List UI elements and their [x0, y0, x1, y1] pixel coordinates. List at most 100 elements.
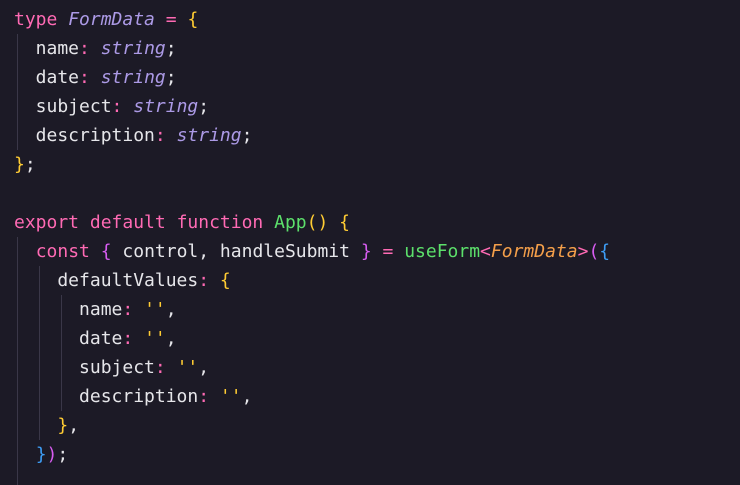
code-token: , [198, 357, 210, 378]
code-token: : [79, 67, 90, 88]
code-token: subject [14, 357, 155, 378]
code-line[interactable]: const { control, handleSubmit } = useFor… [14, 237, 610, 266]
code-token: '' [219, 386, 242, 407]
code-token: ; [57, 444, 69, 465]
code-token: description [14, 386, 199, 407]
code-token: string [176, 125, 242, 146]
code-token: '' [144, 299, 166, 320]
code-token: function [176, 212, 264, 233]
code-line[interactable]: date: string; [14, 63, 177, 92]
code-line[interactable]: subject: '', [14, 353, 209, 382]
code-token: ; [165, 38, 177, 59]
code-token: { [339, 212, 351, 233]
code-token: ( [588, 241, 600, 262]
code-token: FormData [490, 241, 578, 262]
code-token: { [100, 241, 112, 262]
code-editor[interactable]: type FormData = { name: string; date: st… [0, 0, 740, 485]
code-token: : [79, 38, 90, 59]
code-token: : [154, 125, 166, 146]
code-token: date [14, 67, 80, 88]
code-token: ; [241, 125, 253, 146]
code-token: ; [165, 67, 177, 88]
code-token: < [480, 241, 491, 262]
code-line[interactable]: description: '', [14, 382, 252, 411]
code-token: string [100, 67, 166, 88]
code-token: FormData [68, 9, 155, 30]
code-token: App [274, 212, 307, 233]
code-line[interactable]: date: '', [14, 324, 177, 353]
code-token: ; [198, 96, 210, 117]
code-token: ) [46, 444, 58, 465]
code-token: control, handleSubmit [111, 241, 361, 262]
code-token: : [122, 299, 134, 320]
code-token: } [360, 241, 372, 262]
code-token: defaultValues [14, 270, 199, 291]
code-token: : [198, 270, 210, 291]
code-line[interactable]: subject: string; [14, 92, 209, 121]
code-token: string [133, 96, 199, 117]
code-token: type [14, 9, 58, 30]
code-token: string [100, 38, 166, 59]
code-token: useForm [404, 241, 481, 262]
code-token: , [68, 415, 80, 436]
code-token: > [577, 241, 589, 262]
code-token: '' [176, 357, 199, 378]
code-line[interactable]: type FormData = { [14, 5, 198, 34]
code-token: { [219, 270, 231, 291]
code-token: name [14, 38, 80, 59]
code-line[interactable]: description: string; [14, 121, 253, 150]
code-token: ; [24, 154, 36, 175]
code-token: export [14, 212, 80, 233]
code-token: { [599, 241, 611, 262]
code-token: : [154, 357, 166, 378]
code-line[interactable]: }, [14, 411, 79, 440]
code-token: = [165, 9, 177, 30]
code-line[interactable]: name: string; [14, 34, 177, 63]
code-token: : [198, 386, 210, 407]
code-line[interactable]: export default function App() { [14, 208, 350, 237]
code-line[interactable]: }); [14, 440, 69, 469]
code-token: name [14, 299, 123, 320]
code-line[interactable]: }; [14, 150, 36, 179]
code-token: } [14, 154, 25, 175]
code-token: : [111, 96, 123, 117]
code-token: description [14, 125, 155, 146]
code-token: } [57, 415, 69, 436]
code-token: () [306, 212, 329, 233]
code-line[interactable]: name: '', [14, 295, 177, 324]
code-token: , [165, 328, 177, 349]
code-line[interactable]: defaultValues: { [14, 266, 231, 295]
code-token: : [122, 328, 134, 349]
code-token: , [241, 386, 253, 407]
code-token: subject [14, 96, 112, 117]
code-token: '' [144, 328, 166, 349]
code-token: date [14, 328, 123, 349]
code-token: } [35, 444, 47, 465]
code-token: = [382, 241, 394, 262]
code-token: , [165, 299, 177, 320]
code-token: { [187, 9, 199, 30]
code-token: const [35, 241, 90, 262]
code-token: default [89, 212, 166, 233]
